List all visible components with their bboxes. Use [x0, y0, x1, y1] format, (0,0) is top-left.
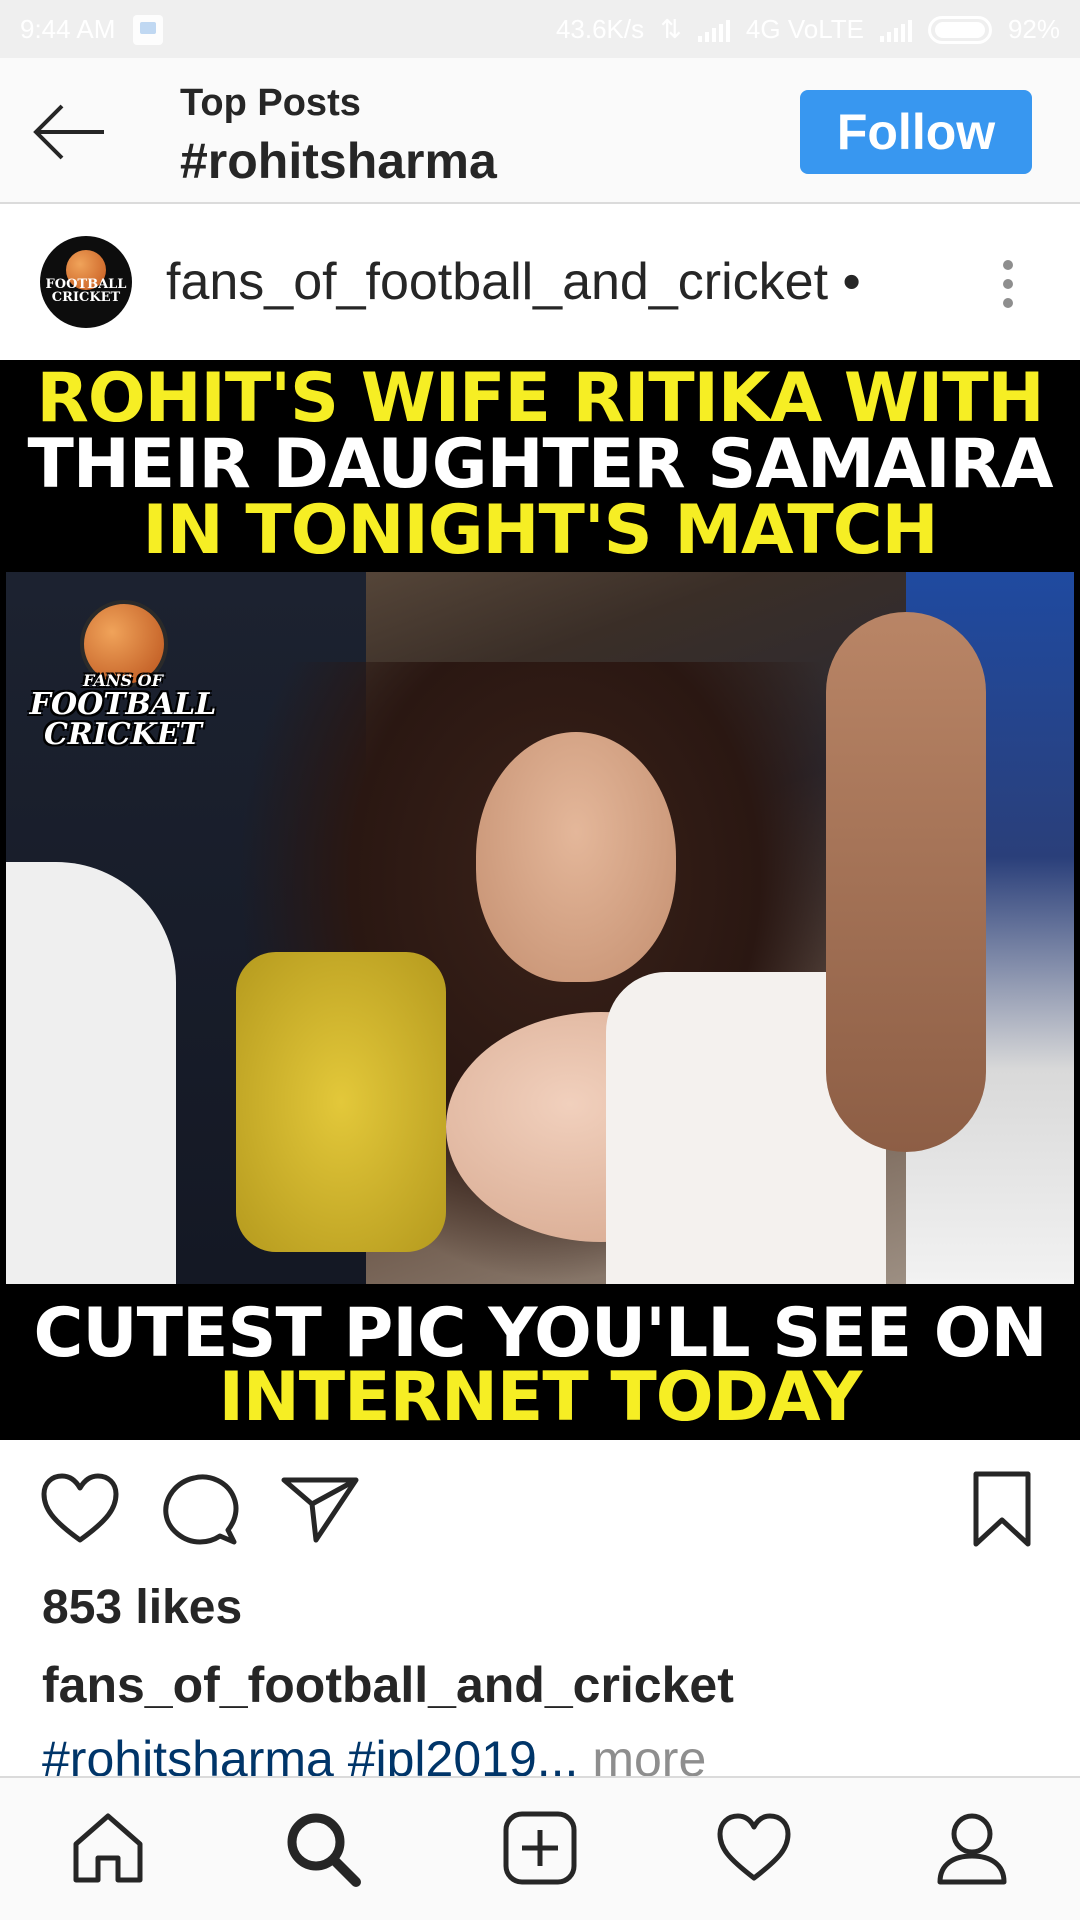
- photo-face: [476, 732, 676, 982]
- top-header: Top Posts #rohitsharma Follow: [0, 58, 1080, 204]
- notification-icon: [133, 14, 164, 45]
- banner-line-1: ROHIT'S WIFE RITIKA WITH: [36, 360, 1044, 438]
- photo: FANS OF FOOTBALL CRICKET: [6, 572, 1074, 1284]
- nav-home[interactable]: [68, 1808, 148, 1888]
- post-actions: [0, 1440, 1080, 1570]
- likes-count[interactable]: 853 likes: [42, 1580, 242, 1635]
- header-subtitle: Top Posts: [180, 82, 361, 124]
- battery-icon: [927, 15, 992, 44]
- home-icon: [73, 1813, 143, 1883]
- avatar-logo-text: FOOTBALL CRICKET: [45, 277, 127, 305]
- search-icon: [287, 1813, 361, 1887]
- bookmark-icon: [973, 1471, 1031, 1547]
- banner-line-2: THEIR DAUGHTER SAMAIRA: [27, 425, 1053, 504]
- data-arrows-icon: ⇅: [660, 14, 682, 44]
- username-dot: •: [842, 253, 861, 311]
- username-text: fans_of_football_and_cricket: [166, 253, 829, 311]
- battery-percent: 92%: [1007, 14, 1060, 44]
- nav-search[interactable]: [282, 1808, 362, 1888]
- status-time: 9:44 AM: [20, 14, 116, 44]
- logo-text: FANS OF FOOTBALL CRICKET: [18, 672, 228, 750]
- share-button[interactable]: [278, 1468, 362, 1552]
- bottom-nav: [0, 1776, 1080, 1920]
- image-banner-top: ROHIT'S WIFE RITIKA WITH THEIR DAUGHTER …: [0, 360, 1080, 566]
- nav-add-post[interactable]: [500, 1808, 580, 1888]
- post-header: FOOTBALL CRICKET fans_of_football_and_cr…: [0, 204, 1080, 360]
- heart-icon: [41, 1473, 119, 1543]
- post-username[interactable]: fans_of_football_and_cricket •: [166, 252, 861, 312]
- logo-line-2: CRICKET: [44, 717, 202, 752]
- arrow-left-icon: [33, 104, 104, 160]
- more-options-icon[interactable]: [990, 254, 1026, 314]
- banner-bottom-line-2: INTERNET TODAY: [218, 1358, 863, 1437]
- like-button[interactable]: [38, 1468, 122, 1552]
- comment-button[interactable]: [158, 1468, 242, 1552]
- avatar[interactable]: FOOTBALL CRICKET: [40, 236, 132, 328]
- comment-icon: [163, 1474, 239, 1545]
- nav-activity[interactable]: [714, 1808, 794, 1888]
- image-banner-bottom: CUTEST PIC YOU'LL SEE ON INTERNET TODAY: [0, 1292, 1080, 1440]
- photo-yellow-top: [236, 952, 446, 1252]
- follow-button[interactable]: Follow: [800, 90, 1032, 174]
- hashtag-title: #rohitsharma: [180, 133, 497, 189]
- nav-profile[interactable]: [932, 1808, 1012, 1888]
- profile-icon: [937, 1813, 1007, 1885]
- save-button[interactable]: [960, 1468, 1044, 1552]
- photo-white-sleeve: [6, 862, 176, 1284]
- network-speed: 43.6K/s: [555, 14, 645, 44]
- add-post-icon: [503, 1811, 577, 1885]
- network-type: 4G VoLTE: [745, 14, 864, 44]
- banner-bottom-line-1: CUTEST PIC YOU'LL SEE ON: [33, 1294, 1048, 1373]
- send-icon: [281, 1477, 359, 1543]
- signal-icon-2: [879, 18, 912, 42]
- banner-line-3: IN TONIGHT'S MATCH: [142, 491, 938, 570]
- watermark-logo: FANS OF FOOTBALL CRICKET: [18, 600, 228, 770]
- signal-icon: [697, 18, 730, 42]
- caption-username[interactable]: fans_of_football_and_cricket: [42, 1656, 734, 1714]
- status-bar: 9:44 AM 43.6K/s ⇅ 4G VoLTE 92%: [0, 0, 1080, 58]
- back-button[interactable]: [30, 100, 110, 164]
- post-image[interactable]: ROHIT'S WIFE RITIKA WITH THEIR DAUGHTER …: [0, 360, 1080, 1440]
- photo-arm: [826, 612, 986, 1152]
- logo-line-1: FOOTBALL: [29, 687, 217, 722]
- activity-heart-icon: [717, 1813, 791, 1881]
